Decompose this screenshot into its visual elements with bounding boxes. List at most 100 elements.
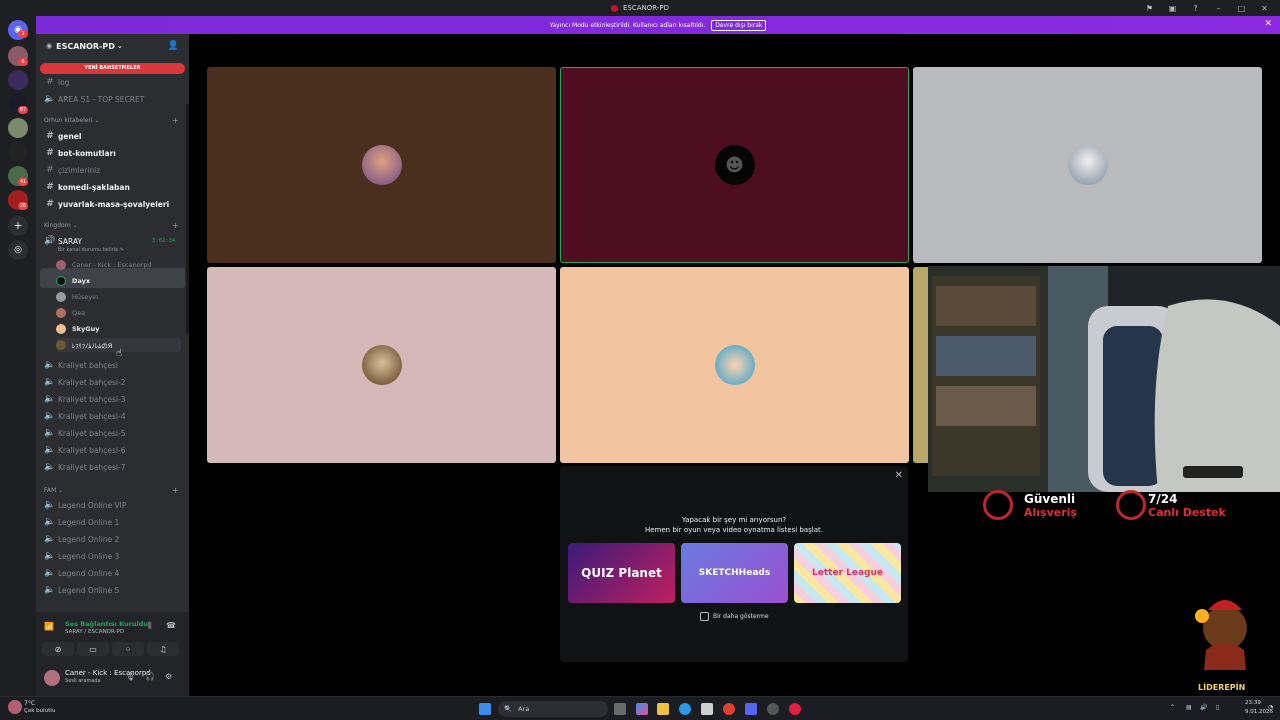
screen-icon[interactable]: ▣ bbox=[1161, 4, 1184, 13]
channel-log[interactable]: # log bbox=[44, 74, 184, 90]
task-view-icon[interactable] bbox=[614, 703, 626, 715]
voice-channel[interactable]: 🔈 Kraliyet bahçesi-5 bbox=[44, 425, 184, 441]
channel-status[interactable]: Bir kanal durumu belirle ✎ bbox=[58, 247, 124, 253]
voice-member[interactable]: Hüseyin bbox=[56, 290, 181, 304]
volume-icon[interactable]: 🔊 bbox=[1200, 704, 1207, 711]
settings-gear-icon[interactable]: ⚙ bbox=[165, 672, 172, 681]
hash-icon: # bbox=[46, 165, 54, 175]
taskbar-search[interactable]: 🔍 Ara bbox=[498, 701, 608, 717]
voice-channel[interactable]: 🔈 Legend Online 4 bbox=[44, 565, 184, 581]
soundboard-button[interactable]: ♫ bbox=[147, 642, 179, 656]
voice-member[interactable]: Dayx bbox=[56, 274, 181, 288]
voice-channel[interactable]: 🔈 Kraliyet bahçesi bbox=[44, 357, 184, 373]
channel-komedi[interactable]: # komedi-şaklaban bbox=[44, 179, 184, 195]
channel-area51[interactable]: 🔈 AREA 51 - TOP SECRET bbox=[44, 91, 184, 107]
server-icon[interactable] bbox=[8, 142, 28, 162]
user-name[interactable]: Caner - Kick : Escanorpd bbox=[65, 669, 151, 677]
voice-channel[interactable]: 🔈 Legend Online 3 bbox=[44, 548, 184, 564]
participant-tile[interactable] bbox=[913, 67, 1262, 263]
edge-icon[interactable] bbox=[679, 703, 691, 715]
participant-tile[interactable] bbox=[207, 267, 556, 463]
file-explorer-icon[interactable] bbox=[657, 703, 669, 715]
voice-channel[interactable]: 🔈 Kraliyet bahçesi-2 bbox=[44, 374, 184, 390]
voice-channel[interactable]: 🔈 Kraliyet bahçesi-3 bbox=[44, 391, 184, 407]
close-icon[interactable]: ✕ bbox=[895, 470, 903, 481]
windows-start-icon[interactable] bbox=[479, 703, 491, 715]
voice-channel[interactable]: 🔈 Kraliyet bahçesi-4 bbox=[44, 408, 184, 424]
member-name: Qea bbox=[72, 309, 86, 317]
dont-show-again-checkbox[interactable]: Bir daha gösterme bbox=[700, 612, 769, 621]
headphones-icon[interactable]: 🎧 bbox=[145, 672, 155, 681]
help-icon[interactable]: ? bbox=[1184, 4, 1207, 13]
weather-temp[interactable]: 7°C bbox=[24, 700, 35, 707]
speaker-icon: 🔈 bbox=[44, 568, 56, 578]
checkbox-box[interactable] bbox=[700, 612, 709, 621]
banner-close-icon[interactable]: ✕ bbox=[1264, 19, 1272, 29]
server-icon[interactable] bbox=[8, 118, 28, 138]
noise-suppression-icon[interactable]: ⫼ bbox=[148, 621, 152, 631]
category-header[interactable]: FAM ⌄ + bbox=[44, 486, 179, 495]
voice-channel[interactable]: 🔈 Legend Online 2 bbox=[44, 531, 184, 547]
participant-tile[interactable] bbox=[560, 267, 909, 463]
channel-bot-komutlari[interactable]: # bot-komutları bbox=[44, 145, 184, 161]
add-channel-icon[interactable]: + bbox=[172, 486, 179, 495]
minimize-button[interactable]: – bbox=[1207, 4, 1230, 13]
battery-icon[interactable]: ▯ bbox=[1216, 704, 1219, 711]
chrome-icon[interactable] bbox=[723, 703, 735, 715]
rail-badge: 2 bbox=[18, 30, 28, 38]
activity-label: QUIZ Planet bbox=[581, 566, 662, 580]
voice-connected-status[interactable]: Ses Bağlantısı Kuruldu bbox=[65, 620, 148, 628]
notifications-icon[interactable]: ◔ bbox=[1268, 704, 1273, 711]
discover-icon[interactable]: ◎ bbox=[8, 240, 28, 260]
voice-channel[interactable]: 🔈 Legend Online VIP bbox=[44, 497, 184, 513]
pin-icon[interactable]: ⚑ bbox=[1138, 4, 1161, 13]
server-header[interactable]: ◉ ESCANOR-PD ⌄ 👤 bbox=[36, 34, 189, 58]
microphone-icon[interactable]: 🎙 bbox=[125, 672, 135, 681]
voice-channel[interactable]: 🔈 Legend Online 1 bbox=[44, 514, 184, 530]
app-icon[interactable] bbox=[789, 703, 801, 715]
category-header[interactable]: Orhun kitabeleri ⌄ + bbox=[44, 116, 179, 125]
discord-icon[interactable] bbox=[745, 703, 757, 715]
activity-card-sketch-heads[interactable]: SKETCHHeads bbox=[681, 543, 788, 603]
camera-button[interactable]: ⊘ bbox=[42, 642, 74, 656]
activity-label: Letter League bbox=[812, 568, 883, 578]
invite-icon[interactable]: 👤 bbox=[168, 41, 179, 51]
voice-channel[interactable]: 🔈 Kraliyet bahçesi-6 bbox=[44, 442, 184, 458]
channel-cizimleriniz[interactable]: # çizimleriniz bbox=[44, 162, 184, 178]
close-button[interactable]: ✕ bbox=[1253, 4, 1276, 13]
activities-button[interactable]: ⁘ bbox=[112, 642, 144, 656]
new-mentions-pill[interactable]: YENİ BAHSETMELER bbox=[40, 63, 185, 74]
disable-streamer-mode-button[interactable]: Devre dışı bırak bbox=[711, 19, 767, 31]
avatar[interactable] bbox=[44, 670, 60, 686]
disconnect-icon[interactable]: ☎ bbox=[166, 621, 176, 630]
clock-time[interactable]: 23:39 bbox=[1245, 700, 1261, 706]
category-header[interactable]: Kingdom ⌄ + bbox=[44, 221, 179, 230]
obs-icon[interactable] bbox=[767, 703, 779, 715]
screen-share-button[interactable]: ▭ bbox=[77, 642, 109, 656]
tray-chevron-icon[interactable]: ⌃ bbox=[1170, 704, 1175, 711]
signal-icon[interactable]: 📶 bbox=[44, 622, 54, 631]
activity-card-quiz-planet[interactable]: QUIZ Planet bbox=[568, 543, 675, 603]
weather-icon[interactable] bbox=[8, 700, 22, 714]
server-icon[interactable] bbox=[8, 70, 28, 90]
scrollbar[interactable] bbox=[186, 104, 189, 334]
participant-tile-speaking[interactable]: ☻ bbox=[560, 67, 909, 263]
channel-yuvarlak-masa[interactable]: # yuvarlak-masa-şovalyeleri bbox=[44, 196, 184, 212]
channel-label: çizimleriniz bbox=[58, 165, 101, 175]
channel-genel[interactable]: # genel bbox=[44, 128, 184, 144]
add-channel-icon[interactable]: + bbox=[172, 116, 179, 125]
voice-member[interactable]: Qea bbox=[56, 306, 181, 320]
voice-channel[interactable]: 🔈 Kraliyet bahçesi-7 bbox=[44, 459, 184, 475]
copilot-icon[interactable] bbox=[636, 703, 648, 715]
add-server-icon[interactable]: + bbox=[8, 216, 28, 236]
participant-tile[interactable] bbox=[207, 67, 556, 263]
activity-card-letter-league[interactable]: Letter League bbox=[794, 543, 901, 603]
voice-channel[interactable]: 🔈 Legend Online 5 bbox=[44, 582, 184, 598]
store-icon[interactable] bbox=[701, 703, 713, 715]
speaker-icon: 🔈 bbox=[44, 500, 56, 510]
network-icon[interactable]: ▤ bbox=[1186, 704, 1192, 711]
voice-member[interactable]: SkyGuy bbox=[56, 322, 181, 336]
maximize-button[interactable]: □ bbox=[1230, 4, 1253, 13]
voice-member[interactable]: Caner - Kick : Escanorpd bbox=[56, 258, 181, 272]
add-channel-icon[interactable]: + bbox=[172, 221, 179, 230]
